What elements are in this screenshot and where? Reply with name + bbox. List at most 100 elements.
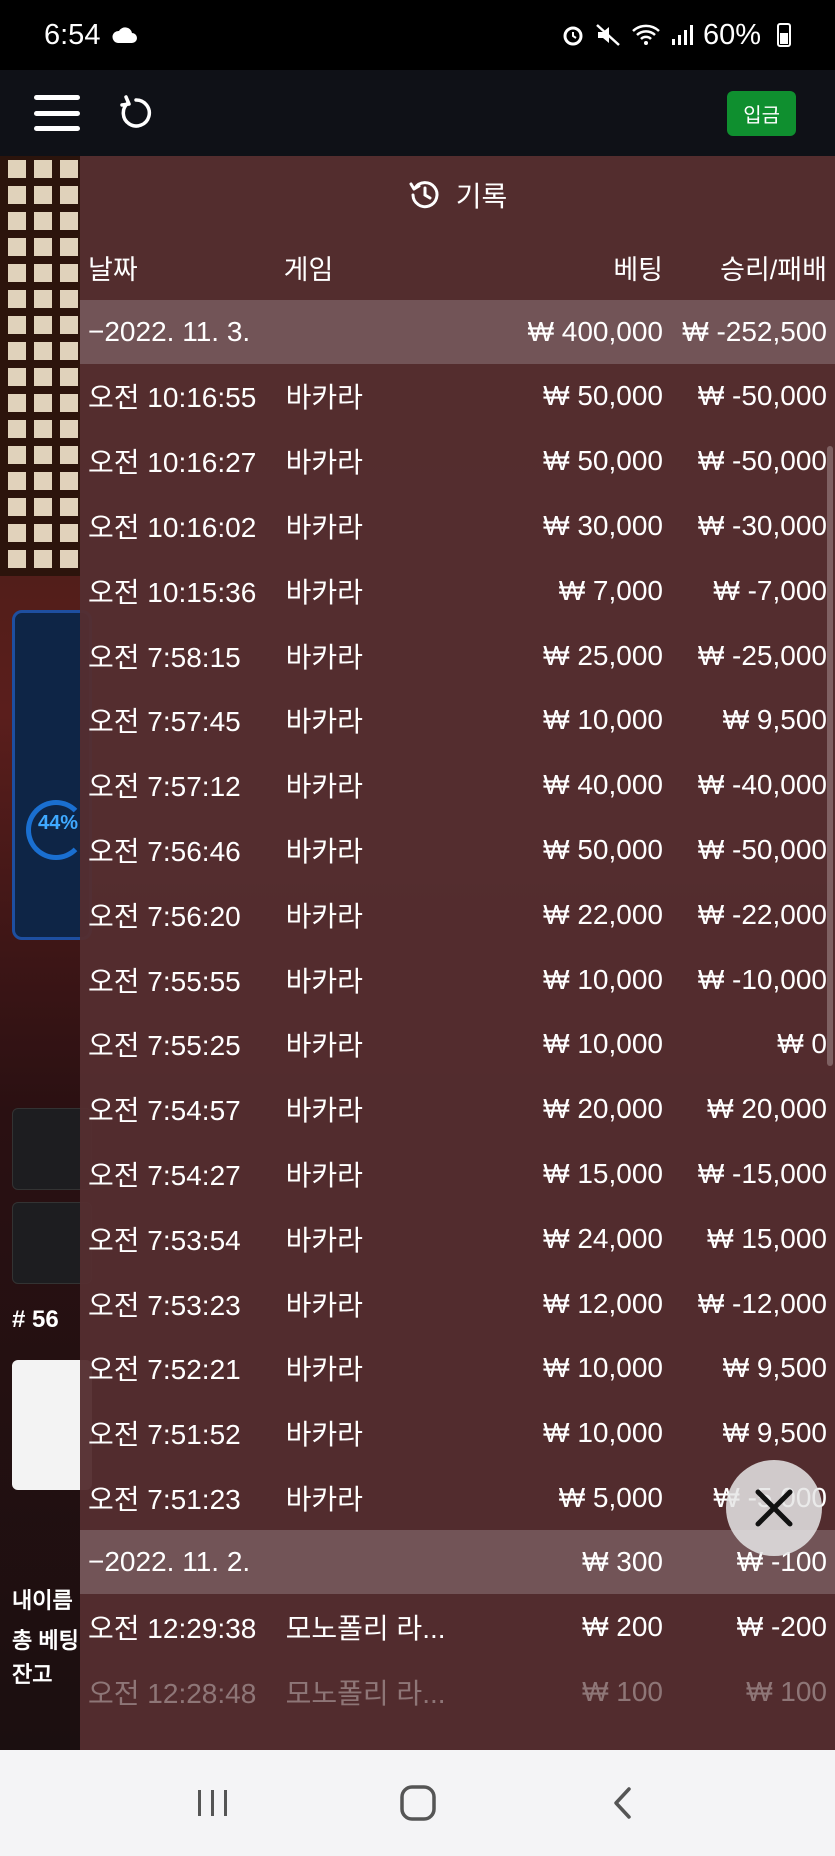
row-bet: ₩ 50,000 <box>543 380 663 412</box>
group-total-bet: ₩ 300 <box>582 1546 663 1578</box>
refresh-icon[interactable] <box>118 95 154 131</box>
row-time: 오전 7:51:52 <box>88 1419 241 1451</box>
history-row[interactable]: 오전 7:56:20 바카라 ₩ 22,000 ₩ -22,000 <box>80 882 835 947</box>
history-row[interactable]: 오전 7:53:23 바카라 ₩ 12,000 ₩ -12,000 <box>80 1271 835 1336</box>
scrollbar[interactable] <box>827 446 833 1066</box>
history-row[interactable]: 오전 7:53:54 바카라 ₩ 24,000 ₩ 15,000 <box>80 1206 835 1271</box>
row-bet: ₩ 15,000 <box>543 1157 663 1189</box>
row-time: 오전 7:55:25 <box>88 1030 241 1062</box>
row-game: 바카라 <box>285 1095 363 1127</box>
recent-apps-icon <box>197 1790 227 1816</box>
row-bet: ₩ 24,000 <box>543 1222 663 1254</box>
row-win: ₩ -50,000 <box>697 833 827 865</box>
history-row[interactable]: 오전 7:58:15 바카라 ₩ 25,000 ₩ -25,000 <box>80 623 835 688</box>
system-nav-bar <box>0 1750 835 1856</box>
history-row[interactable]: 오전 7:55:25 바카라 ₩ 10,000 ₩ 0 <box>80 1012 835 1077</box>
home-button[interactable] <box>393 1778 443 1828</box>
history-row[interactable]: 오전 10:16:27 바카라 ₩ 50,000 ₩ -50,000 <box>80 429 835 494</box>
player-name: 내이름 <box>12 1588 73 1613</box>
group-total-win: ₩ -252,500 <box>682 316 827 347</box>
history-row[interactable]: 오전 7:57:12 바카라 ₩ 40,000 ₩ -40,000 <box>80 753 835 818</box>
row-win: ₩ -7,000 <box>713 574 827 606</box>
history-row[interactable]: 오전 7:54:57 바카라 ₩ 20,000 ₩ 20,000 <box>80 1077 835 1142</box>
row-bet: ₩ 20,000 <box>543 1093 663 1125</box>
row-bet: ₩ 200 <box>582 1610 663 1642</box>
clock: 6:54 <box>44 18 101 51</box>
col-header-win: 승리/패배 <box>720 254 827 285</box>
col-header-game: 게임 <box>283 254 334 285</box>
history-row[interactable]: 오전 12:28:48 모노폴리 라... ₩ 100 ₩ 100 <box>80 1659 835 1724</box>
date-group-header[interactable]: −2022. 11. 2. ₩ 300 ₩ -100 <box>80 1530 835 1595</box>
deposit-button[interactable]: 입금 <box>727 90 796 136</box>
history-row[interactable]: 오전 7:57:45 바카라 ₩ 10,000 ₩ 9,500 <box>80 688 835 753</box>
row-bet: ₩ 22,000 <box>543 898 663 930</box>
row-time: 오전 7:52:21 <box>88 1354 241 1386</box>
row-win: ₩ -12,000 <box>697 1287 827 1319</box>
row-win: ₩ 20,000 <box>707 1093 827 1125</box>
column-headers: 날짜 게임 베팅 승리/패배 <box>80 234 835 300</box>
history-row[interactable]: 오전 7:51:52 바카라 ₩ 10,000 ₩ 9,500 <box>80 1401 835 1466</box>
row-time: 오전 7:54:57 <box>88 1095 241 1127</box>
row-bet: ₩ 30,000 <box>543 509 663 541</box>
row-game: 바카라 <box>285 1483 363 1515</box>
col-header-bet: 베팅 <box>613 254 663 285</box>
history-row[interactable]: 오전 10:16:02 바카라 ₩ 30,000 ₩ -30,000 <box>80 494 835 559</box>
home-icon <box>399 1785 436 1821</box>
group-total-win: ₩ -100 <box>736 1546 827 1578</box>
status-icons: 60% <box>561 19 791 52</box>
close-button[interactable] <box>726 1460 822 1556</box>
row-win: ₩ -200 <box>736 1610 827 1642</box>
hamburger-menu-icon[interactable] <box>34 95 80 131</box>
row-win: ₩ -30,000 <box>697 509 827 541</box>
row-bet: ₩ 10,000 <box>543 1417 663 1449</box>
row-time: 오전 7:54:27 <box>88 1159 241 1191</box>
history-row[interactable]: 오전 7:54:27 바카라 ₩ 15,000 ₩ -15,000 <box>80 1142 835 1207</box>
row-win: ₩ 9,500 <box>722 1417 827 1449</box>
recent-apps-button[interactable] <box>188 1778 238 1828</box>
battery-icon <box>777 23 791 47</box>
alarm-icon <box>563 26 583 46</box>
row-bet: ₩ 5,000 <box>558 1481 663 1513</box>
row-time: 오전 7:55:55 <box>88 965 241 997</box>
history-panel: 기록 날짜 게임 베팅 승리/패배 −2022. 11. 3. ₩ 400,000… <box>80 156 835 1750</box>
history-row[interactable]: 오전 10:16:55 바카라 ₩ 50,000 ₩ -50,000 <box>80 364 835 429</box>
row-game: 바카라 <box>285 835 363 867</box>
row-time: 오전 7:58:15 <box>88 641 241 673</box>
row-game: 바카라 <box>285 447 363 479</box>
row-game: 바카라 <box>285 1159 363 1191</box>
history-row[interactable]: 오전 7:52:21 바카라 ₩ 10,000 ₩ 9,500 <box>80 1336 835 1401</box>
row-time: 오전 7:56:20 <box>88 900 241 932</box>
history-row[interactable]: 오전 7:56:46 바카라 ₩ 50,000 ₩ -50,000 <box>80 818 835 883</box>
wifi-icon <box>632 24 660 45</box>
row-time: 오전 10:16:27 <box>88 447 257 479</box>
row-bet: ₩ 10,000 <box>543 704 663 736</box>
row-game: 바카라 <box>285 511 363 543</box>
row-game: 바카라 <box>285 576 363 608</box>
history-row[interactable]: 오전 7:55:55 바카라 ₩ 10,000 ₩ -10,000 <box>80 947 835 1012</box>
mute-icon <box>596 24 620 46</box>
row-win: ₩ 9,500 <box>722 704 827 736</box>
group-total-bet: ₩ 400,000 <box>527 316 663 347</box>
close-icon <box>755 1489 793 1527</box>
status-bar: 6:54 60% <box>0 0 835 70</box>
history-row[interactable]: 오전 10:15:36 바카라 ₩ 7,000 ₩ -7,000 <box>80 558 835 623</box>
battery-percent: 60% <box>702 18 761 51</box>
row-game: 바카라 <box>285 1289 363 1321</box>
back-button[interactable] <box>598 1778 648 1828</box>
row-game: 바카라 <box>285 1419 363 1451</box>
date-group-header[interactable]: −2022. 11. 3. ₩ 400,000 ₩ -252,500 <box>80 300 835 364</box>
row-bet: ₩ 40,000 <box>543 769 663 801</box>
history-row[interactable]: 오전 7:51:23바카라₩ 5,000₩ -5,000 <box>80 1466 835 1531</box>
history-title: 기록 <box>455 181 508 212</box>
row-game: 모노폴리 라... <box>285 1677 446 1709</box>
col-header-date: 날짜 <box>88 254 138 285</box>
group-date: −2022. 11. 3. <box>88 316 251 347</box>
history-row[interactable]: 오전 12:29:38 모노폴리 라... ₩ 200 ₩ -200 <box>80 1594 835 1659</box>
row-bet: ₩ 7,000 <box>558 574 663 606</box>
row-time: 오전 10:16:55 <box>88 382 257 414</box>
row-time: 오전 12:28:48 <box>88 1677 257 1709</box>
history-icon <box>409 181 439 209</box>
row-time: 오전 12:29:38 <box>88 1612 257 1644</box>
row-time: 오전 7:57:12 <box>88 771 241 803</box>
history-list[interactable]: −2022. 11. 3. ₩ 400,000 ₩ -252,500 오전 10:16… <box>80 300 835 1724</box>
